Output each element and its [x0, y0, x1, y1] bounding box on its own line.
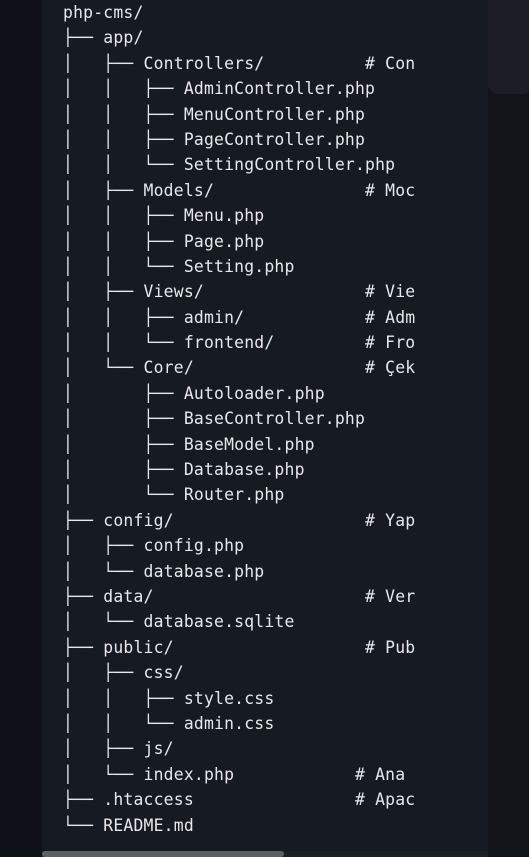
code-line: │ ├── Database.php — [63, 460, 305, 480]
code-line: ├── app/ — [63, 28, 144, 48]
code-line: │ ├── Autoloader.php — [63, 383, 325, 403]
code-line: │ └── Router.php — [63, 485, 285, 505]
code-lines: php-cms/ ├── app/ │ ├── Controllers/ # Con… — [63, 0, 415, 838]
left-gutter — [0, 0, 42, 857]
code-line: ├── config/ # Yap — [63, 510, 416, 530]
horizontal-scrollbar-thumb[interactable] — [42, 851, 284, 857]
code-line: │ │ ├── admin/ # Adm — [63, 307, 416, 327]
code-line: │ └── database.php — [63, 561, 265, 581]
code-line: │ └── database.sqlite — [63, 612, 295, 632]
code-line: │ ├── js/ — [63, 739, 174, 759]
code-line: │ │ ├── PageController.php — [63, 129, 366, 149]
code-block: php-cms/ ├── app/ │ ├── Controllers/ # Con… — [42, 0, 488, 857]
code-line: │ │ ├── style.css — [63, 688, 275, 708]
code-line: │ ├── BaseController.php — [63, 409, 366, 429]
code-line: │ ├── config.php — [63, 536, 245, 556]
code-line: │ ├── Controllers/ # Con — [63, 53, 416, 73]
code-line: │ ├── Views/ # Vie — [63, 282, 416, 302]
code-line: │ ├── Models/ # Moc — [63, 180, 416, 200]
code-line: │ │ ├── Menu.php — [63, 206, 265, 226]
code-line: │ └── index.php # Ana — [63, 764, 406, 784]
code-line: ├── .htaccess # Apac — [63, 790, 416, 810]
code-line: │ │ └── SettingController.php — [63, 155, 396, 175]
code-line: └── README.md — [63, 815, 194, 835]
code-line: │ │ ├── Page.php — [63, 231, 265, 251]
code-line: ├── public/ # Pub — [63, 637, 416, 657]
side-card — [488, 0, 529, 94]
code-line: php-cms/ — [63, 3, 144, 22]
code-line: │ │ ├── MenuController.php — [63, 104, 366, 124]
code-line: │ │ ├── AdminController.php — [63, 79, 376, 99]
code-line: │ │ └── Setting.php — [63, 256, 295, 276]
code-line: │ ├── BaseModel.php — [63, 434, 315, 454]
code-line: │ │ └── admin.css — [63, 713, 275, 733]
code-line: │ ├── css/ — [63, 663, 184, 683]
right-panel — [488, 0, 529, 857]
code-line: │ └── Core/ # Çek — [63, 358, 416, 378]
code-line: │ │ └── frontend/ # Fro — [63, 333, 416, 353]
code-line: ├── data/ # Ver — [63, 586, 416, 606]
